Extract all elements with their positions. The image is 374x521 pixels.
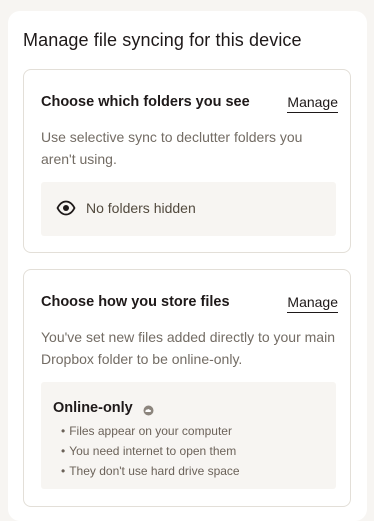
list-item: • They don't use hard drive space	[61, 461, 240, 481]
manage-folders-link[interactable]: Manage	[287, 94, 338, 113]
page-title: Manage file syncing for this device	[23, 30, 302, 50]
folders-card-header: Choose which folders you see Manage	[41, 94, 338, 113]
eye-icon	[56, 200, 76, 216]
online-only-title: Online-only	[53, 400, 133, 416]
hidden-folders-text: No folders hidden	[86, 200, 196, 216]
folders-card: Choose which folders you see Manage Use …	[23, 69, 351, 253]
folders-card-title: Choose which folders you see	[41, 94, 250, 110]
bullet-glyph: •	[61, 424, 66, 438]
online-only-info-box: Online-only • Files appear on your comput…	[41, 382, 336, 489]
online-only-title-row: Online-only	[53, 400, 154, 416]
storage-card-header: Choose how you store files Manage	[41, 294, 338, 313]
bullet-glyph: •	[61, 444, 66, 458]
hidden-folders-status-box: No folders hidden	[41, 182, 336, 236]
bullet-glyph: •	[61, 464, 66, 478]
online-only-bullets: • Files appear on your computer • You need…	[61, 421, 240, 481]
list-item: • You need internet to open them	[61, 441, 240, 461]
storage-card: Choose how you store files Manage You've…	[23, 269, 351, 507]
folders-card-description: Use selective sync to declutter folders …	[41, 129, 303, 167]
storage-card-title: Choose how you store files	[41, 294, 230, 310]
bullet-text: They don't use hard drive space	[69, 464, 240, 478]
sync-settings-panel: Manage file syncing for this device Choo…	[8, 11, 367, 521]
cloud-online-icon	[143, 403, 154, 415]
hidden-folders-status: No folders hidden	[56, 200, 196, 216]
bullet-text: You need internet to open them	[69, 444, 237, 458]
manage-storage-link[interactable]: Manage	[287, 294, 338, 313]
list-item: • Files appear on your computer	[61, 421, 240, 441]
bullet-text: Files appear on your computer	[69, 424, 232, 438]
storage-card-description: You've set new files added directly to y…	[41, 329, 335, 367]
